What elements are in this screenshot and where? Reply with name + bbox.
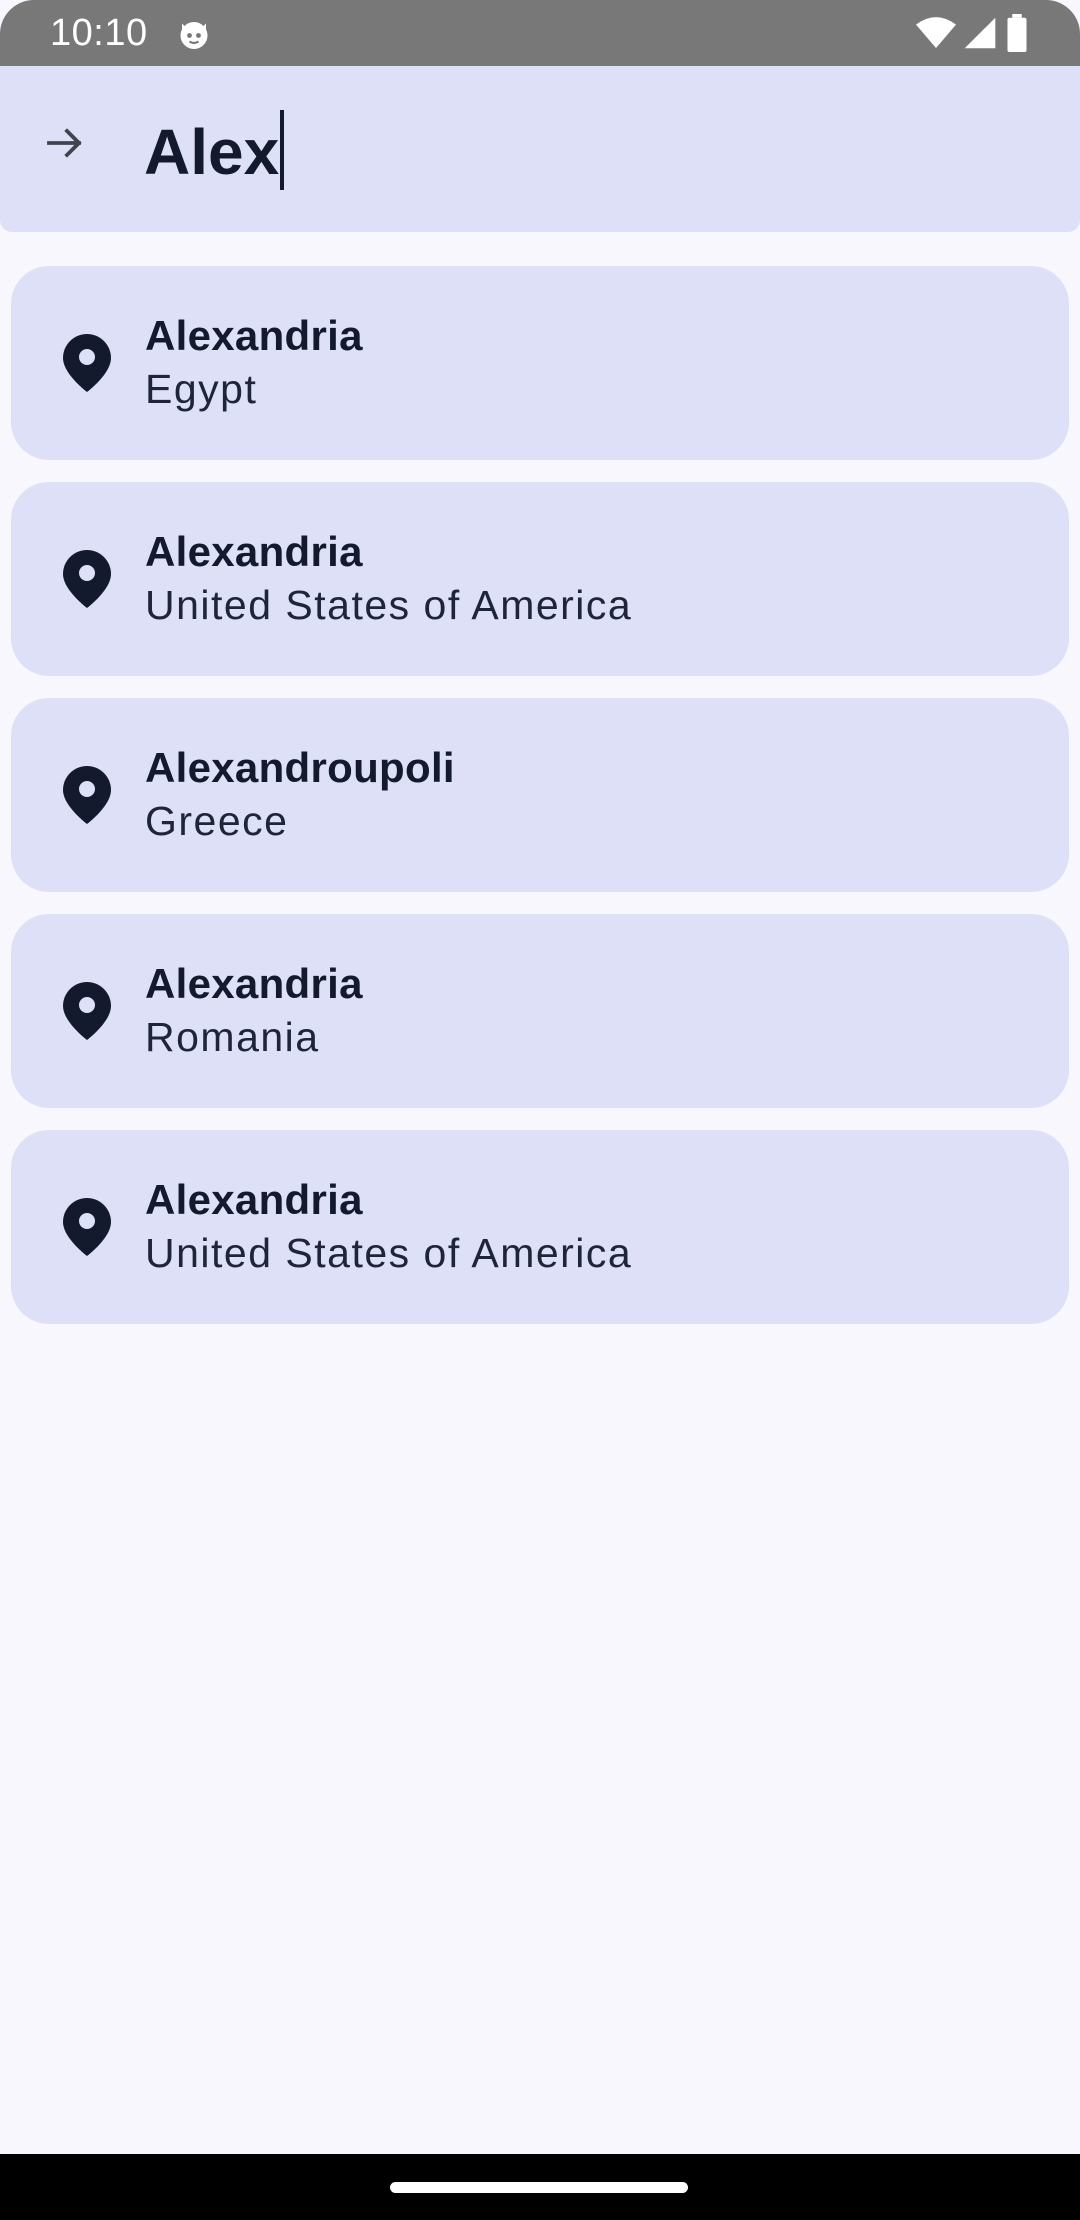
home-indicator[interactable] <box>390 2182 688 2193</box>
arrow-right-icon <box>47 128 82 158</box>
text-cursor <box>280 110 284 190</box>
search-input[interactable] <box>144 112 1024 192</box>
status-time: 10:10 <box>50 12 148 54</box>
result-country: Romania <box>145 1014 320 1060</box>
results-list: Alexandria Egypt Alexandria United State… <box>11 266 1069 1346</box>
battery-icon <box>1007 14 1027 52</box>
status-bar: 10:10 <box>0 0 1080 66</box>
result-country: Greece <box>145 798 289 844</box>
location-pin-icon <box>63 766 111 824</box>
result-card[interactable]: Alexandria United States of America <box>11 1130 1069 1324</box>
location-pin-icon <box>63 1198 111 1256</box>
wifi-icon <box>916 17 956 48</box>
result-card[interactable]: Alexandria Romania <box>11 914 1069 1108</box>
location-pin-icon <box>63 334 111 392</box>
signal-icon <box>964 17 996 49</box>
back-button[interactable] <box>30 108 100 178</box>
result-country: United States of America <box>145 1230 633 1276</box>
result-city: Alexandria <box>145 528 363 575</box>
result-card[interactable]: Alexandria United States of America <box>11 482 1069 676</box>
result-city: Alexandria <box>145 1176 363 1223</box>
location-pin-icon <box>63 982 111 1040</box>
location-pin-icon <box>63 550 111 608</box>
result-city: Alexandroupoli <box>145 744 455 791</box>
result-country: Egypt <box>145 366 258 412</box>
navigation-bar <box>0 2154 1080 2220</box>
search-bar <box>0 66 1080 232</box>
status-icons <box>916 14 1030 52</box>
result-card[interactable]: Alexandroupoli Greece <box>11 698 1069 892</box>
result-city: Alexandria <box>145 960 363 1007</box>
result-country: United States of America <box>145 582 633 628</box>
cat-icon <box>180 22 208 49</box>
result-city: Alexandria <box>145 312 363 359</box>
result-card[interactable]: Alexandria Egypt <box>11 266 1069 460</box>
